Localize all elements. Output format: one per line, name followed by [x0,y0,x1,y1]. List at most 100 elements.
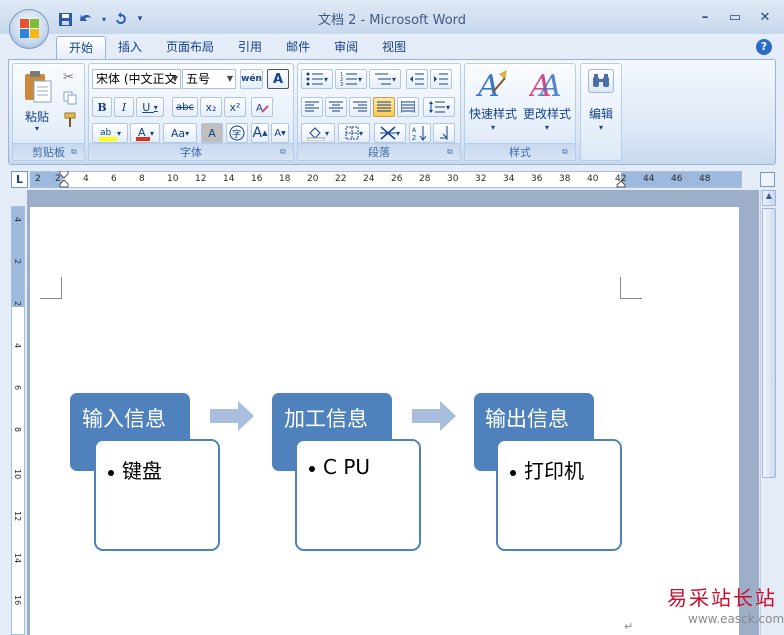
chinese-layout-icon[interactable]: ▾ [374,123,406,143]
line-spacing-icon[interactable]: ▾ [423,97,455,117]
ruler-tick-label: 38 [559,174,571,184]
right-indent-marker-icon[interactable] [616,180,626,188]
tab-page-layout[interactable]: 页面布局 [154,36,226,60]
format-painter-icon[interactable] [63,112,79,128]
quick-styles-button[interactable]: A 快速样式 ▾ [468,67,518,139]
show-marks-icon[interactable] [433,123,455,143]
scroll-thumb[interactable] [762,208,776,478]
font-launcher-icon[interactable]: ⧉ [280,147,290,157]
tab-references[interactable]: 引用 [226,36,274,60]
tab-home[interactable]: 开始 [56,36,107,60]
underline-button[interactable]: U ▾ [136,97,164,117]
align-center-icon[interactable] [325,97,347,117]
font-group-label: 字体 [89,143,293,160]
paragraph-group: ▾ 1 2 3 ▾ ▾ ▾ ▾ ▾ ▾ A Z 段落 ⧉ [297,63,461,161]
font-name-combo[interactable]: 宋体 (中文正文 ▼ [92,69,181,89]
decrease-indent-icon[interactable] [406,69,428,89]
minimize-button[interactable]: – [692,8,718,26]
maximize-button[interactable]: ▭ [722,8,748,26]
close-button[interactable]: ✕ [752,8,778,26]
svg-text:3: 3 [340,82,343,86]
smartart-bullet: 打印机 [510,455,584,484]
ruler-tick-label: 6 [13,385,22,391]
clear-formatting-icon[interactable]: A [251,97,273,117]
ruler-tick-label: 40 [587,174,599,184]
vertical-scrollbar[interactable]: ▲ [760,190,776,635]
copy-icon[interactable] [63,91,79,107]
chevron-down-icon: ▾ [149,128,154,138]
margin-corner-mark [620,277,642,299]
editing-button[interactable]: 编辑 ▾ [583,67,619,139]
shading-icon[interactable]: ▾ [301,123,335,143]
align-right-icon[interactable] [349,97,371,117]
subscript-button[interactable]: x₂ [200,97,222,117]
clipboard-launcher-icon[interactable]: ⧉ [71,147,81,157]
vertical-ruler[interactable]: 4224681012141618 [11,206,25,635]
char-border-button[interactable]: A [267,69,289,89]
ribbon-tabs: 开始 插入 页面布局 引用 邮件 审阅 视图 [56,36,418,60]
office-button[interactable] [9,9,49,49]
italic-button[interactable]: I [114,97,134,117]
change-styles-label: 更改样式 [522,107,571,121]
paste-dropdown-icon: ▾ [34,124,39,133]
document-page[interactable]: 输入信息 键盘 加工信息 C PU 输出信息 打印机 [30,207,739,635]
bold-button[interactable]: B [92,97,112,117]
ruler-tick-label: 46 [671,174,683,184]
superscript-button[interactable]: x² [224,97,246,117]
tab-mailings[interactable]: 邮件 [274,36,322,60]
tab-selector-button[interactable]: L [11,171,28,188]
ruler-tick-label: 8 [13,427,22,433]
highlight-color-button[interactable]: ab ▾ [92,123,128,143]
font-color-button[interactable]: A ▾ [130,123,160,143]
borders-icon[interactable]: ▾ [338,123,370,143]
cut-icon[interactable]: ✂ [63,70,79,86]
grow-font-button[interactable]: A ▲ [251,123,269,143]
ruler-tick-label: 14 [13,553,22,564]
align-left-icon[interactable] [301,97,323,117]
multilevel-list-icon[interactable]: ▾ [369,69,401,89]
horizontal-ruler[interactable]: 2 2 4 6 8 10 12 14 16 18 20 22 24 26 28 30 32 34 36 38 40 42 4… [30,171,742,188]
indent-marker-icon[interactable] [59,171,69,188]
ruler-tick-label: 10 [167,174,179,184]
smartart-item-text: C PU [323,455,371,479]
change-styles-button[interactable]: A A 更改样式 ▾ [521,67,573,139]
shrink-font-label: A [274,127,282,139]
ruler-tick-label: 30 [447,174,459,184]
tab-view[interactable]: 视图 [370,36,418,60]
help-icon[interactable]: ? [756,39,772,55]
styles-group-label: 样式 [465,143,575,160]
ruler-tick-label: 4 [13,343,22,349]
bullets-icon[interactable]: ▾ [301,69,333,89]
ruler-tick-label: 6 [111,174,117,184]
styles-launcher-icon[interactable]: ⧉ [562,147,572,157]
paste-button[interactable]: 粘贴 ▾ [17,68,57,138]
smartart-bullet: 键盘 [108,455,162,484]
justify-icon[interactable] [373,97,395,117]
highlight-icon: ab [98,128,117,141]
increase-indent-icon[interactable] [430,69,452,89]
phonetic-guide-button[interactable]: wén [240,69,263,89]
char-shading-button[interactable]: A [201,123,223,143]
change-case-button[interactable]: Aa ▾ [163,123,197,143]
site-watermark: 易采站长站 www.easck.com [660,582,784,635]
document-area: 输入信息 键盘 加工信息 C PU 输出信息 打印机 [27,190,759,635]
watermark-brand: 易采站长站 [667,586,777,610]
ruler-tick-label: 12 [13,511,22,522]
view-ruler-icon[interactable] [760,172,775,187]
smartart-step-box[interactable]: 打印机 [496,439,622,551]
tab-insert[interactable]: 插入 [106,36,154,60]
strikethrough-button[interactable]: abc [172,97,198,117]
scroll-up-icon[interactable]: ▲ [762,190,776,206]
shrink-font-button[interactable]: A ▼ [271,123,289,143]
quick-styles-dropdown-icon: ▾ [490,123,495,132]
smartart-step-box[interactable]: C PU [295,439,421,551]
enclose-char-icon[interactable]: 字 [226,123,248,143]
numbering-icon[interactable]: 1 2 3 ▾ [335,69,367,89]
ruler-tick-label: 18 [279,174,291,184]
tab-review[interactable]: 审阅 [322,36,370,60]
font-size-combo[interactable]: 五号 ▼ [182,69,236,89]
smartart-step-box[interactable]: 键盘 [94,439,220,551]
sort-icon[interactable]: AZ [409,123,431,143]
distributed-icon[interactable] [397,97,419,117]
paragraph-launcher-icon[interactable]: ⧉ [447,147,457,157]
